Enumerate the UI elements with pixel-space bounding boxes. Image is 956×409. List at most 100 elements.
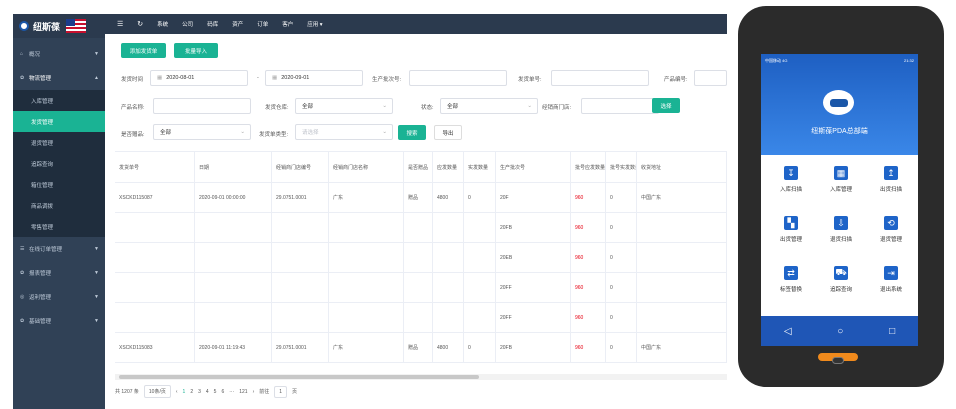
page-number[interactable]: 121 <box>239 389 247 395</box>
menu-logistics[interactable]: ✿ 物流管理 ▲ <box>13 66 105 90</box>
ship-no-label: 发货单号: <box>518 77 542 83</box>
nav-item[interactable]: 资产 <box>232 20 243 28</box>
pda-menu-truck[interactable]: ⛟ 追踪查询 <box>817 266 865 306</box>
home-icon[interactable]: ○ <box>837 326 843 337</box>
date-to-input[interactable]: ▦ 2020-09-01 <box>265 70 363 86</box>
page-number[interactable]: 6 <box>221 389 224 395</box>
next-page-icon[interactable]: › <box>253 389 255 395</box>
batch-import-button[interactable]: 批量导入 <box>174 43 218 58</box>
pda-menu-return-manage[interactable]: ⟲ 退货管理 <box>867 216 915 256</box>
date-from-input[interactable]: ▦ 2020-08-01 <box>150 70 248 86</box>
search-button[interactable]: 搜索 <box>398 125 426 140</box>
select-button[interactable]: 选择 <box>652 98 680 113</box>
ship-time-label: 发货时间 <box>121 77 144 83</box>
cell-real <box>464 303 496 332</box>
pda-title: 纽斯葆PDA总部端 <box>811 128 868 135</box>
ship-no-input[interactable] <box>551 70 649 86</box>
chevron-down-icon: ⌄ <box>240 129 245 135</box>
menu-label: 返利管理 <box>29 295 52 301</box>
logo-text: 纽斯葆 <box>33 21 61 32</box>
submenu-item[interactable]: 追踪查询 <box>13 153 105 174</box>
flag-icon <box>66 19 87 33</box>
submenu-item[interactable]: 零售管理 <box>13 216 105 237</box>
hardware-home-button[interactable] <box>832 357 844 364</box>
dealer-input[interactable] <box>581 98 659 114</box>
add-shipment-button[interactable]: 添加发货单 <box>121 43 166 58</box>
cell-name <box>329 273 404 302</box>
column-header: 日期 <box>195 152 272 182</box>
menu-reports[interactable]: ✿ 报表管理 ▼ <box>13 261 105 285</box>
type-select[interactable]: 请选择 ⌄ <box>295 124 393 140</box>
pda-menu-scan-out[interactable]: ↥ 出货扫描 <box>867 166 915 206</box>
refresh-icon[interactable]: ↻ <box>137 20 143 28</box>
cell-code: 29.0751.0001 <box>272 333 329 362</box>
cell-plan <box>433 213 464 242</box>
page-number[interactable]: 3 <box>198 389 201 395</box>
page-number[interactable]: 5 <box>214 389 217 395</box>
pda-menu-replace[interactable]: ⇄ 标签替换 <box>767 266 815 306</box>
page-number[interactable]: 1 <box>183 389 186 395</box>
prod-no-input[interactable] <box>694 70 727 86</box>
home-icon: ⌂ <box>20 51 24 57</box>
table-row[interactable]: 20EB 960 0 <box>115 243 727 273</box>
table-row[interactable]: 20FF 960 0 <box>115 303 727 333</box>
menu-rebate[interactable]: ◎ 返利管理 ▼ <box>13 285 105 309</box>
top-nav: ☰ ↻ 系统 公司 码库 资产 订单 客户 应用 ▾ <box>105 14 727 34</box>
cell-name: 广东 <box>329 333 404 362</box>
table-row[interactable]: XSCKD115087 2020-09-01 00:00:00 29.0751.00… <box>115 183 727 213</box>
pda-menu-grid[interactable]: ▚ 出货管理 <box>767 216 815 256</box>
gift-value: 全部 <box>160 130 172 136</box>
nav-item[interactable]: 码库 <box>207 20 218 28</box>
batch-label: 生产批次号: <box>372 77 402 83</box>
page-number[interactable]: 4 <box>206 389 209 395</box>
submenu-logistics: 入库管理 发货管理 退货管理 追踪查询 箱位管理 商品调拨 零售管理 <box>13 90 105 237</box>
pda-menu-scan-in[interactable]: ↧ 入库扫描 <box>767 166 815 206</box>
date-to-value: 2020-09-01 <box>281 75 310 81</box>
cell-addr <box>637 273 727 302</box>
warehouse-select[interactable]: 全部 ⌄ <box>295 98 393 114</box>
table-row[interactable]: 20FF 960 0 <box>115 273 727 303</box>
warehouse-label: 发货仓库: <box>265 105 289 111</box>
menu-basic[interactable]: ✿ 基础管理 ▼ <box>13 309 105 333</box>
table-row[interactable]: 20FB 960 0 <box>115 213 727 243</box>
submenu-item[interactable]: 箱位管理 <box>13 174 105 195</box>
cell-real: 0 <box>464 183 496 212</box>
page-ellipsis[interactable]: ··· <box>229 389 234 395</box>
menu-overview[interactable]: ⌂ 概况 ▼ <box>13 42 105 66</box>
status-select[interactable]: 全部 ⌄ <box>440 98 538 114</box>
nav-item[interactable]: 客户 <box>282 20 293 28</box>
horizontal-scrollbar[interactable] <box>115 374 727 380</box>
pda-menu-label: 标签替换 <box>779 287 802 293</box>
menu-online-orders[interactable]: ☰ 在线订单管理 ▼ <box>13 237 105 261</box>
table-row[interactable]: XSCKD115083 2020-09-01 11:19:43 29.0751.00… <box>115 333 727 363</box>
pda-menu-warehouse[interactable]: ▦ 入库管理 <box>817 166 865 206</box>
chevron-down-icon: ▼ <box>94 270 99 276</box>
column-header: 经销商门店名称 <box>329 152 404 182</box>
page-size-select[interactable]: 10条/页 <box>143 385 171 398</box>
cell-real <box>464 273 496 302</box>
goto-input[interactable]: 1 <box>274 385 288 398</box>
submenu-item[interactable]: 退货管理 <box>13 132 105 153</box>
chevron-down-icon: ⌄ <box>527 103 532 109</box>
nav-item[interactable]: 订单 <box>257 20 268 28</box>
submenu-item[interactable]: 商品调拨 <box>13 195 105 216</box>
pda-menu-exit[interactable]: ⇥ 退出系统 <box>867 266 915 306</box>
submenu-item-active[interactable]: 发货管理 <box>13 111 105 132</box>
nav-item[interactable]: 系统 <box>157 20 168 28</box>
export-button[interactable]: 导出 <box>434 125 462 140</box>
page-number[interactable]: 2 <box>190 389 193 395</box>
recents-icon[interactable]: □ <box>889 326 895 337</box>
back-icon[interactable]: ◁ <box>784 326 792 337</box>
gift-select[interactable]: 全部 ⌄ <box>153 124 251 140</box>
submenu-item[interactable]: 入库管理 <box>13 90 105 111</box>
nav-item[interactable]: 公司 <box>182 20 193 28</box>
nav-item-apps[interactable]: 应用 ▾ <box>307 20 322 28</box>
cell-plan: 4800 <box>433 183 464 212</box>
prev-page-icon[interactable]: ‹ <box>176 389 178 395</box>
scroll-thumb[interactable] <box>119 375 479 379</box>
pda-menu-return-scan[interactable]: ⇩ 退货扫描 <box>817 216 865 256</box>
batch-input[interactable] <box>409 70 507 86</box>
menu-icon[interactable]: ☰ <box>117 20 123 28</box>
prod-name-input[interactable] <box>153 98 251 114</box>
cell-code: 29.0751.0001 <box>272 183 329 212</box>
